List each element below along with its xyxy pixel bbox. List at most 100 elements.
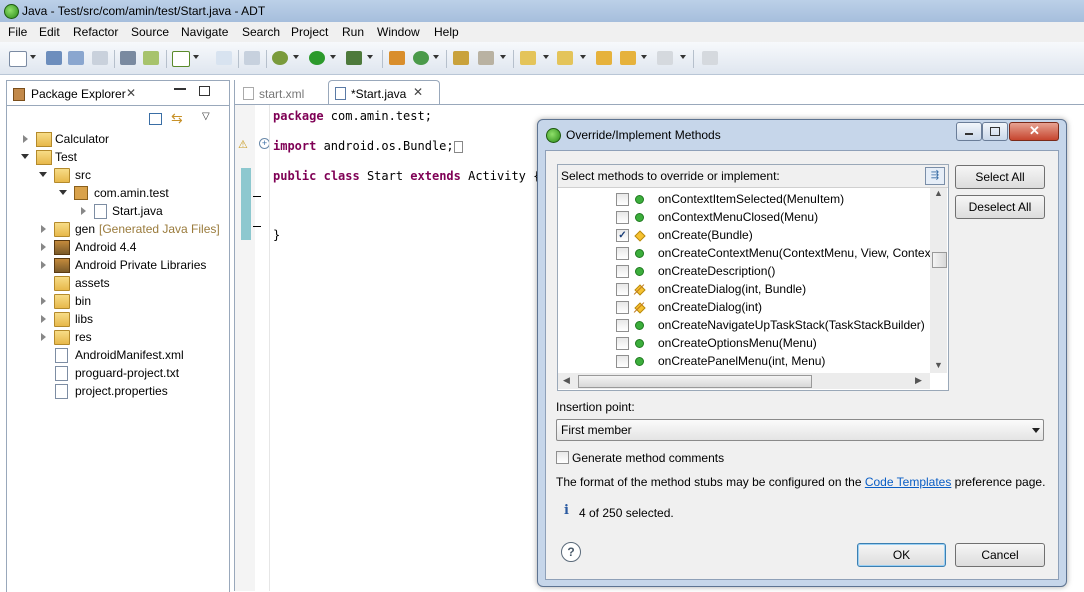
chevron-down-icon[interactable] <box>580 55 586 59</box>
maximize-button[interactable] <box>982 122 1008 141</box>
method-checkbox[interactable] <box>616 247 629 260</box>
list-item[interactable]: onCreateContextMenu(ContextMenu, View, C… <box>558 244 930 262</box>
chevron-down-icon[interactable] <box>680 55 686 59</box>
method-checkbox[interactable] <box>616 211 629 224</box>
lightbulb-warning-icon[interactable]: ⚠ <box>238 138 250 151</box>
method-checkbox[interactable] <box>616 355 629 368</box>
print-icon[interactable] <box>92 51 108 65</box>
tree-item-manifest[interactable]: AndroidManifest.xml <box>7 346 227 364</box>
new-java-class-icon[interactable] <box>413 51 429 65</box>
chevron-right-icon[interactable] <box>41 225 46 233</box>
method-checkbox[interactable] <box>616 283 629 296</box>
next-annotation-icon[interactable] <box>520 51 536 65</box>
tree-item-assets[interactable]: assets <box>7 274 227 292</box>
menu-run[interactable]: Run <box>342 25 364 39</box>
method-checkbox[interactable] <box>616 193 629 206</box>
minimize-button[interactable] <box>956 122 982 141</box>
download-icon[interactable] <box>120 51 136 65</box>
tree-item-project-properties[interactable]: project.properties <box>7 382 227 400</box>
method-checkbox[interactable] <box>616 265 629 278</box>
method-checkbox[interactable] <box>616 301 629 314</box>
collapse-all-icon[interactable] <box>149 113 162 125</box>
chevron-right-icon[interactable] <box>41 315 46 323</box>
close-icon[interactable]: ✕ <box>126 86 136 100</box>
select-all-button[interactable]: Select All <box>955 165 1045 189</box>
tree-item-gen[interactable]: gen [Generated Java Files] <box>7 220 227 238</box>
chevron-down-icon[interactable] <box>39 172 47 177</box>
scroll-down-icon[interactable]: ▼ <box>934 360 943 370</box>
menu-file[interactable]: File <box>8 25 27 39</box>
horizontal-scrollbar[interactable]: ◀ ▶ <box>558 373 930 389</box>
search-icon[interactable] <box>478 51 494 65</box>
tree-item-start-java[interactable]: Start.java <box>7 202 227 220</box>
lint-icon[interactable] <box>216 51 232 65</box>
chevron-right-icon[interactable] <box>41 333 46 341</box>
menu-navigate[interactable]: Navigate <box>181 25 228 39</box>
chevron-down-icon[interactable] <box>367 55 373 59</box>
code-templates-link[interactable]: Code Templates <box>865 475 952 489</box>
chevron-down-icon[interactable] <box>433 55 439 59</box>
pin-editor-icon[interactable] <box>702 51 718 65</box>
chevron-down-icon[interactable] <box>30 55 36 59</box>
new-java-package-icon[interactable] <box>389 51 405 65</box>
menu-project[interactable]: Project <box>291 25 328 39</box>
scroll-up-icon[interactable]: ▲ <box>934 188 943 198</box>
tree-item-calculator[interactable]: Calculator <box>7 130 227 148</box>
run-icon[interactable] <box>309 51 325 65</box>
checkbox-icon[interactable] <box>172 51 190 67</box>
minimize-icon[interactable] <box>174 88 186 90</box>
menu-refactor[interactable]: Refactor <box>73 25 118 39</box>
open-type-icon[interactable] <box>453 51 469 65</box>
scroll-left-icon[interactable]: ◀ <box>563 375 570 386</box>
code-line-class[interactable]: public class Start extends Activity { <box>273 169 540 183</box>
save-all-icon[interactable] <box>68 51 84 65</box>
tree-item-android-44[interactable]: Android 4.4 <box>7 238 227 256</box>
maximize-icon[interactable] <box>199 86 210 96</box>
close-button[interactable]: ✕ <box>1009 122 1059 141</box>
list-item[interactable]: onCreatePanelMenu(int, Menu) <box>558 352 930 370</box>
group-methods-icon[interactable]: ⇶ <box>925 167 945 185</box>
menu-help[interactable]: Help <box>434 25 459 39</box>
chevron-right-icon[interactable] <box>23 135 28 143</box>
folded-code-icon[interactable] <box>453 140 463 153</box>
cancel-button[interactable]: Cancel <box>955 543 1045 567</box>
chevron-down-icon[interactable] <box>500 55 506 59</box>
code-line-package[interactable]: package com.amin.test; <box>273 109 432 123</box>
ok-button[interactable]: OK <box>857 543 946 567</box>
tab-package-explorer[interactable]: Package Explorer ✕ <box>7 81 147 105</box>
code-line-closing[interactable]: } <box>273 228 280 242</box>
generate-comments-checkbox[interactable] <box>556 451 569 464</box>
pointer-icon[interactable] <box>244 51 260 65</box>
code-line-import[interactable]: import android.os.Bundle; <box>273 139 463 153</box>
tab-start-java[interactable]: *Start.java ✕ <box>328 80 440 105</box>
scroll-right-icon[interactable]: ▶ <box>915 375 922 386</box>
debug-icon[interactable] <box>272 51 288 65</box>
deselect-all-button[interactable]: Deselect All <box>955 195 1045 219</box>
chevron-down-icon[interactable] <box>59 190 67 195</box>
new-icon[interactable] <box>9 51 27 67</box>
chevron-down-icon[interactable] <box>21 154 29 159</box>
list-item[interactable]: onContextMenuClosed(Menu) <box>558 208 930 226</box>
close-icon[interactable]: ✕ <box>413 85 423 99</box>
view-menu-icon[interactable]: ▽ <box>202 111 210 122</box>
chevron-down-icon[interactable] <box>330 55 336 59</box>
list-item[interactable]: ✓ onCreate(Bundle) <box>558 226 930 244</box>
chevron-right-icon[interactable] <box>41 297 46 305</box>
forward-icon[interactable] <box>657 51 673 65</box>
tree-item-proguard[interactable]: proguard-project.txt <box>7 364 227 382</box>
chevron-right-icon[interactable] <box>41 261 46 269</box>
list-item[interactable]: onCreateNavigateUpTaskStack(TaskStackBui… <box>558 316 930 334</box>
method-checkbox[interactable] <box>616 319 629 332</box>
tab-start-xml[interactable]: start.xml <box>241 80 326 104</box>
chevron-down-icon[interactable] <box>543 55 549 59</box>
list-item[interactable]: onCreateDialog(int) <box>558 298 930 316</box>
chevron-right-icon[interactable] <box>41 243 46 251</box>
android-sdk-icon[interactable] <box>143 51 159 65</box>
chevron-down-icon[interactable] <box>293 55 299 59</box>
tree-item-libs[interactable]: libs <box>7 310 227 328</box>
scroll-thumb[interactable] <box>932 252 947 268</box>
back-arrow-icon[interactable] <box>620 51 636 65</box>
link-with-editor-icon[interactable]: ⇆ <box>171 111 185 125</box>
menu-source[interactable]: Source <box>131 25 169 39</box>
help-icon[interactable]: ? <box>561 542 581 562</box>
